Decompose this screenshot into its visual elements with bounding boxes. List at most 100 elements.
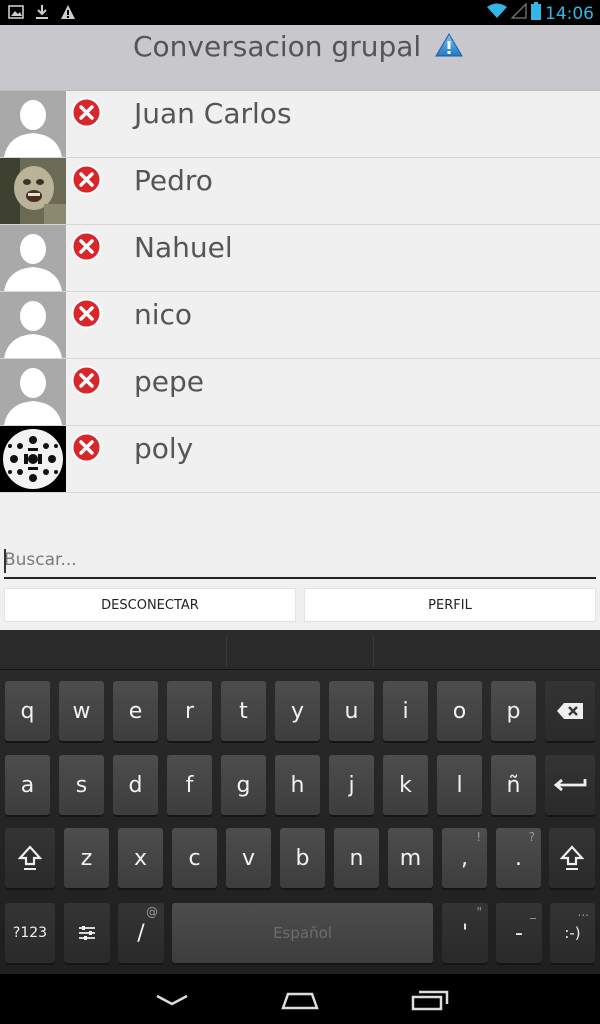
space-key[interactable]: Español [172,903,433,963]
key-p[interactable]: p [491,681,536,741]
key-l[interactable]: l [437,755,482,815]
key-s[interactable]: s [59,755,104,815]
key-c[interactable]: c [172,828,217,888]
key-label: / [137,920,145,946]
delete-icon[interactable] [71,97,102,128]
enter-key[interactable] [545,755,595,815]
key-label: , [461,845,468,871]
profile-button[interactable]: PERFIL [304,588,596,622]
key-slash[interactable]: / @ [118,903,164,963]
key-g[interactable]: g [221,755,266,815]
key-label: j [348,772,355,798]
battery-icon [531,2,541,25]
back-icon[interactable] [147,986,197,1014]
settings-sliders-icon [79,926,95,940]
delete-icon[interactable] [71,432,102,463]
key-hint: ! [476,830,481,844]
warning-icon[interactable] [434,32,464,63]
key-q[interactable]: q [5,681,50,741]
key-a[interactable]: a [5,755,50,815]
key-z[interactable]: z [64,828,109,888]
key-label: l [456,772,463,798]
shift-key-right[interactable] [549,828,595,888]
search-input[interactable] [4,543,596,577]
recent-apps-icon[interactable] [405,986,455,1014]
soft-keyboard: q w e r t y u i o p a s d f g h j k l ñ z x c v b n m,!.? ?123 /@ Esp… [0,630,600,974]
default-avatar [0,225,66,291]
enter-icon [553,778,587,792]
key-label: . [515,845,522,871]
contact-name: Nahuel [134,231,233,264]
list-item[interactable]: Juan Carlos [0,91,600,158]
contact-name: Pedro [134,164,213,197]
key-label: f [185,772,194,798]
key-t[interactable]: t [221,681,266,741]
key-w[interactable]: w [59,681,104,741]
key-dash[interactable]: - _ [496,903,542,963]
list-item[interactable]: Nahuel [0,225,600,292]
key-h[interactable]: h [275,755,320,815]
backspace-key[interactable] [545,681,595,741]
list-item[interactable]: poly [0,426,600,493]
shift-key-left[interactable] [5,828,55,888]
key-label: u [344,698,359,724]
key-period[interactable]: .? [496,828,541,888]
delete-icon[interactable] [71,164,102,195]
app-screen: Conversacion grupal Juan Carlos Pedro Na… [0,25,600,630]
key-b[interactable]: b [280,828,325,888]
key-label: c [188,845,201,871]
key-y[interactable]: y [275,681,320,741]
delete-icon[interactable] [71,231,102,262]
backspace-icon [557,703,583,719]
key-f[interactable]: f [167,755,212,815]
disconnect-button[interactable]: DESCONECTAR [4,588,296,622]
key-label: m [399,845,422,871]
settings-key[interactable] [64,903,110,963]
warning-icon [60,4,76,20]
key-label: s [75,772,88,798]
key-m[interactable]: m [388,828,433,888]
suggestion-divider [226,636,227,666]
key-n[interactable]: n [334,828,379,888]
key-k[interactable]: k [383,755,428,815]
shift-icon [560,845,584,870]
key-label: q [20,698,35,724]
delete-icon[interactable] [71,298,102,329]
key-r[interactable]: r [167,681,212,741]
key-v[interactable]: v [226,828,271,888]
key-apostrophe[interactable]: ' " [442,903,488,963]
wifi-icon [487,3,507,24]
text-cursor [4,549,6,573]
home-icon[interactable] [275,986,325,1014]
symbols-key[interactable]: ?123 [5,903,55,963]
key-label: o [452,698,467,724]
pattern-avatar [0,426,66,492]
list-item[interactable]: Pedro [0,158,600,225]
key-ñ[interactable]: ñ [491,755,536,815]
key-comma[interactable]: ,! [442,828,487,888]
key-label: k [399,772,412,798]
key-label: ñ [506,772,521,798]
key-j[interactable]: j [329,755,374,815]
key-label: t [239,698,248,724]
key-hint: @ [146,905,158,919]
key-i[interactable]: i [383,681,428,741]
search-field[interactable] [4,543,596,579]
navigation-bar [0,974,600,1024]
photo-avatar [0,158,66,224]
key-d[interactable]: d [113,755,158,815]
suggestion-strip[interactable] [0,630,600,670]
delete-icon[interactable] [71,365,102,396]
key-e[interactable]: e [113,681,158,741]
key-x[interactable]: x [118,828,163,888]
key-hint: _ [530,905,536,919]
key-o[interactable]: o [437,681,482,741]
contact-name: poly [134,432,194,465]
smiley-key[interactable]: :-)... [550,903,595,963]
list-item[interactable]: pepe [0,359,600,426]
key-u[interactable]: u [329,681,374,741]
list-item[interactable]: nico [0,292,600,359]
default-avatar [0,292,66,358]
key-label: h [290,772,305,798]
signal-icon [510,2,527,24]
